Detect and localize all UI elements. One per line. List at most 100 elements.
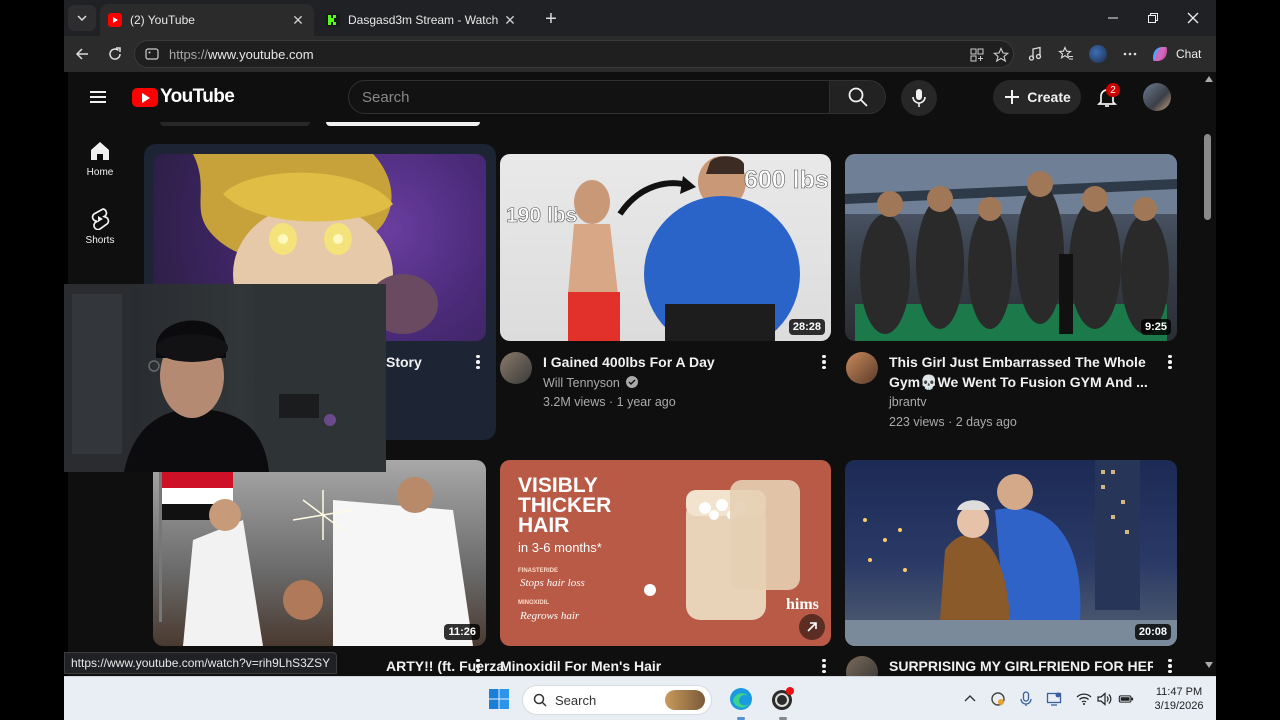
start-button[interactable] — [488, 688, 510, 710]
tray-app-icon[interactable] — [990, 691, 1006, 707]
notification-count-badge: 2 — [1106, 83, 1120, 97]
video-title[interactable]: This Girl Just Embarrassed The Whole Gym… — [889, 352, 1153, 392]
tab-youtube[interactable]: (2) YouTube ✕ — [100, 4, 314, 36]
system-clock[interactable]: 11:47 PM 3/19/2026 — [1144, 685, 1214, 713]
site-info-icon — [145, 48, 159, 60]
media-control-button[interactable] — [1022, 42, 1048, 66]
channel-avatar[interactable] — [846, 656, 878, 676]
favorites-button[interactable] — [1053, 42, 1079, 66]
music-note-icon — [1028, 46, 1042, 61]
guide-menu-button[interactable] — [88, 87, 110, 107]
account-avatar[interactable] — [1143, 83, 1171, 111]
minimize-button[interactable] — [1096, 6, 1130, 30]
app-available-icon[interactable] — [969, 47, 985, 63]
close-tab-icon[interactable]: ✕ — [290, 12, 306, 28]
url-scheme: https:// — [169, 46, 209, 62]
ad-thumbnail[interactable]: VISIBLY THICKER HAIR in 3-6 months* FINA… — [500, 460, 831, 646]
scroll-up-arrow-icon[interactable] — [1205, 76, 1213, 82]
url-host: www.youtube.com — [208, 46, 314, 62]
tab-kick-stream[interactable]: Dasgasd3m Stream - Watch Live o ✕ — [318, 4, 526, 36]
kick-favicon-icon — [326, 13, 340, 27]
guide-item-home[interactable]: Home — [72, 140, 128, 178]
ad-benefit-1: Stops hair loss — [520, 577, 585, 589]
channel-avatar[interactable] — [500, 352, 532, 384]
battery-icon[interactable] — [1118, 691, 1134, 707]
video-title[interactable]: SURPRISING MY GIRLFRIEND FOR HER — [889, 656, 1153, 676]
channel-name[interactable]: Will Tennyson — [543, 376, 620, 390]
video-title[interactable]: Story — [386, 352, 452, 372]
video-menu-button[interactable] — [1165, 656, 1175, 676]
thumbnail-art: 190 lbs 600 lbs — [506, 156, 829, 341]
browser-tabstrip: (2) YouTube ✕ Dasgasd3m Stream - Watch L… — [64, 0, 1216, 36]
microphone-icon[interactable] — [1018, 691, 1034, 707]
video-thumbnail[interactable]: 9:25 — [845, 154, 1177, 341]
video-thumbnail[interactable]: 190 lbs 600 lbs 28:28 — [500, 154, 831, 341]
youtube-masthead: YouTube Create 2 — [68, 72, 1216, 122]
favorite-star-icon[interactable] — [993, 47, 1009, 63]
video-thumbnail[interactable]: 20:08 — [845, 460, 1177, 646]
guide-label: Shorts — [85, 235, 115, 246]
video-duration: 28:28 — [788, 319, 825, 335]
channel-line: Will Tennyson — [543, 373, 639, 393]
wifi-icon[interactable] — [1076, 691, 1092, 707]
new-tab-button[interactable]: + — [540, 8, 562, 30]
chevron-down-icon — [77, 15, 87, 22]
scrollbar-thumb[interactable] — [1204, 134, 1211, 220]
video-duration: 20:08 — [1134, 624, 1171, 640]
scroll-down-arrow-icon[interactable] — [1205, 662, 1213, 668]
taskbar-search[interactable]: Search — [522, 685, 712, 715]
video-stats: 3.2M views · 1 year ago — [543, 395, 676, 409]
profile-button[interactable] — [1085, 42, 1111, 66]
video-title[interactable]: ARTY!! (ft. Fuerza — [386, 656, 504, 676]
close-tab-icon[interactable]: ✕ — [502, 12, 518, 28]
channel-name[interactable]: jbrantv — [889, 392, 927, 412]
video-menu-button[interactable] — [819, 352, 829, 372]
channel-avatar[interactable] — [846, 352, 878, 384]
youtube-logo[interactable]: YouTube — [132, 86, 235, 108]
tab-actions-button[interactable] — [68, 5, 96, 31]
video-menu-button[interactable] — [473, 352, 483, 372]
copilot-chat-button[interactable]: Chat — [1150, 42, 1201, 66]
search-icon — [848, 87, 868, 107]
youtube-favicon-icon — [108, 13, 122, 27]
close-window-button[interactable] — [1176, 6, 1210, 30]
search-box[interactable] — [348, 80, 830, 114]
youtube-play-icon — [132, 87, 158, 107]
video-menu-button[interactable] — [1165, 352, 1175, 372]
back-button[interactable] — [69, 42, 95, 66]
taskbar-app[interactable] — [770, 686, 796, 720]
create-button[interactable]: Create — [993, 80, 1081, 114]
search-icon — [533, 693, 547, 707]
video-menu-button[interactable] — [819, 656, 829, 676]
address-bar[interactable]: https://www.youtube.com — [134, 40, 1014, 68]
screen: (2) YouTube ✕ Dasgasd3m Stream - Watch L… — [0, 0, 1280, 720]
ad-open-link-button[interactable] — [799, 614, 825, 640]
link-status-bubble: https://www.youtube.com/watch?v=rih9LhS3… — [64, 652, 338, 674]
windows-taskbar: Search 11:47 PM 3/19/2026 — [64, 676, 1216, 720]
guide-item-shorts[interactable]: Shorts — [72, 206, 128, 246]
chat-label: Chat — [1176, 47, 1202, 61]
video-title[interactable]: I Gained 400lbs For A Day — [543, 352, 813, 372]
voice-search-button[interactable] — [901, 80, 937, 116]
volume-icon[interactable] — [1096, 691, 1112, 707]
overlay-weight-left: 190 lbs — [506, 204, 577, 227]
filter-chip-selected[interactable] — [326, 122, 480, 126]
profile-avatar-icon — [1089, 45, 1107, 63]
video-thumbnail[interactable]: 11:26 — [153, 460, 486, 646]
taskbar-edge[interactable] — [728, 686, 754, 720]
webcam-feed-image — [64, 284, 386, 472]
ad-benefit-2: Regrows hair — [520, 610, 580, 622]
video-title[interactable]: Minoxidil For Men's Hair — [500, 656, 800, 676]
search-button[interactable] — [830, 80, 886, 114]
microphone-icon — [912, 89, 926, 107]
chevron-up-icon[interactable] — [962, 691, 978, 707]
verified-badge-icon — [626, 376, 639, 388]
restore-button[interactable] — [1136, 6, 1170, 30]
ad-subheadline: in 3-6 months* — [518, 540, 602, 555]
display-icon[interactable] — [1046, 691, 1062, 707]
settings-more-button[interactable] — [1117, 42, 1143, 66]
refresh-button[interactable] — [102, 42, 128, 66]
video-menu-button[interactable] — [473, 656, 483, 676]
filter-chip[interactable] — [160, 122, 310, 126]
search-input[interactable] — [362, 88, 829, 106]
